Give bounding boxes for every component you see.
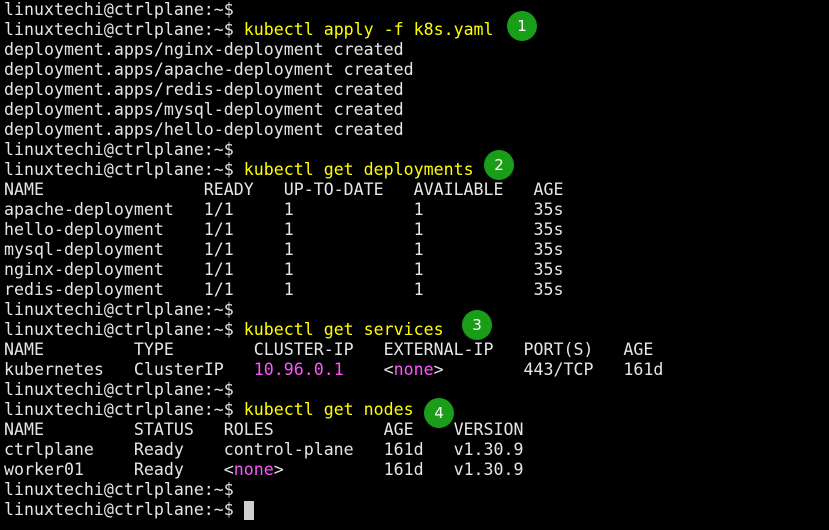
prompt: linuxtechi@ctrlplane:~$ <box>4 140 244 159</box>
command-line-deployments: linuxtechi@ctrlplane:~$ kubectl get depl… <box>4 160 474 180</box>
prompt-line: linuxtechi@ctrlplane:~$ <box>4 0 244 20</box>
prompt-line: linuxtechi@ctrlplane:~$ <box>4 140 244 160</box>
step-badge-2: 2 <box>484 150 514 180</box>
command-get-deployments: kubectl get deployments <box>243 160 474 179</box>
prompt: linuxtechi@ctrlplane:~$ <box>4 300 244 319</box>
prompt: linuxtechi@ctrlplane:~$ <box>4 20 244 39</box>
prompt: linuxtechi@ctrlplane:~$ <box>4 500 244 519</box>
cluster-ip: 10.96.0.1 <box>253 360 344 379</box>
output-line: deployment.apps/redis-deployment created <box>4 80 404 99</box>
output-line: deployment.apps/nginx-deployment created <box>4 40 404 59</box>
prompt-line: linuxtechi@ctrlplane:~$ <box>4 500 244 520</box>
output-line: deployment.apps/hello-deployment created <box>4 120 404 139</box>
node-roles: none <box>233 460 274 479</box>
step-badge-3: 3 <box>462 310 492 340</box>
service-name-type: kubernetes ClusterIP <box>4 360 254 379</box>
prompt-line: linuxtechi@ctrlplane:~$ <box>4 480 244 500</box>
table-row: worker01 Ready <none> 161d v1.30.9 <box>4 460 524 480</box>
prompt: linuxtechi@ctrlplane:~$ <box>4 380 244 399</box>
node-name-status: worker01 Ready < <box>4 460 234 479</box>
text-cursor[interactable] <box>244 501 254 520</box>
table-row: kubernetes ClusterIP 10.96.0.1 <none> 44… <box>4 360 663 380</box>
prompt-line: linuxtechi@ctrlplane:~$ <box>4 380 244 400</box>
command-get-nodes: kubectl get nodes <box>243 400 414 419</box>
output-line: deployment.apps/mysql-deployment created <box>4 100 404 119</box>
prompt: linuxtechi@ctrlplane:~$ <box>4 480 244 499</box>
table-row: apache-deployment 1/1 1 1 35s <box>4 200 564 219</box>
command-get-services: kubectl get services <box>243 320 444 339</box>
services-table-header: NAME TYPE CLUSTER-IP EXTERNAL-IP PORT(S)… <box>4 340 654 359</box>
command-apply: kubectl apply -f k8s.yaml <box>243 20 494 39</box>
node-age-version: > 161d v1.30.9 <box>273 460 524 479</box>
table-row: nginx-deployment 1/1 1 1 35s <box>4 260 564 279</box>
command-line-nodes: linuxtechi@ctrlplane:~$ kubectl get node… <box>4 400 414 420</box>
nodes-table-header: NAME STATUS ROLES AGE VERSION <box>4 420 524 439</box>
prompt: linuxtechi@ctrlplane:~$ <box>4 0 244 19</box>
prompt-line: linuxtechi@ctrlplane:~$ <box>4 300 244 320</box>
table-row: hello-deployment 1/1 1 1 35s <box>4 220 564 239</box>
table-row: mysql-deployment 1/1 1 1 35s <box>4 240 564 259</box>
output-line: deployment.apps/apache-deployment create… <box>4 60 414 79</box>
terminal-window[interactable]: linuxtechi@ctrlplane:~$ linuxtechi@ctrlp… <box>0 0 829 530</box>
prompt: linuxtechi@ctrlplane:~$ <box>4 160 244 179</box>
gap: < <box>343 360 394 379</box>
command-line-apply: linuxtechi@ctrlplane:~$ kubectl apply -f… <box>4 20 494 40</box>
command-line-services: linuxtechi@ctrlplane:~$ kubectl get serv… <box>4 320 444 340</box>
table-row: redis-deployment 1/1 1 1 35s <box>4 280 564 299</box>
prompt: linuxtechi@ctrlplane:~$ <box>4 320 244 339</box>
prompt: linuxtechi@ctrlplane:~$ <box>4 400 244 419</box>
table-row: ctrlplane Ready control-plane 161d v1.30… <box>4 440 524 459</box>
service-port-age: > 443/TCP 161d <box>433 360 664 379</box>
external-ip: none <box>393 360 434 379</box>
step-badge-1: 1 <box>507 11 537 41</box>
deployments-table-header: NAME READY UP-TO-DATE AVAILABLE AGE <box>4 180 564 199</box>
